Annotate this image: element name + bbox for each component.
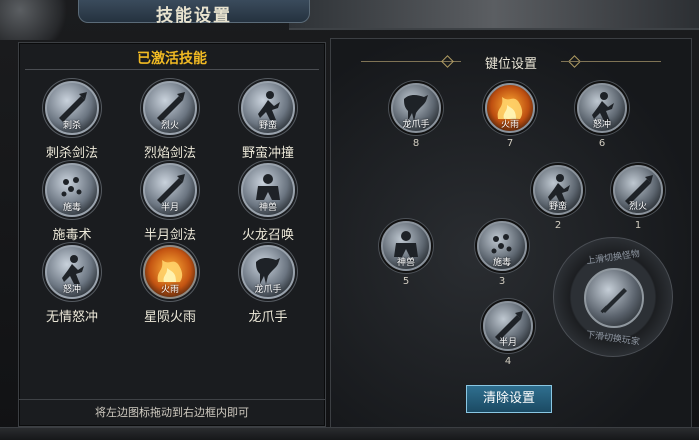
skill-name: 星陨火雨	[143, 310, 196, 325]
key-slot-1[interactable]: 烈火 1	[611, 165, 665, 231]
flaming-sword-icon[interactable]: 烈火	[143, 81, 197, 135]
active-skills-title: 已激活技能	[137, 51, 207, 67]
charge-icon[interactable]: 野蛮	[533, 165, 583, 215]
skill-item[interactable]: 刺杀 刺杀剑法	[22, 81, 122, 161]
key-slot-4[interactable]: 半月 4	[481, 301, 535, 367]
skill-name: 烈焰剑法	[143, 146, 196, 161]
header-decoration-line	[561, 61, 661, 62]
skill-item[interactable]: 野蛮 野蛮冲撞	[218, 81, 318, 161]
dragon-corner-decoration	[0, 0, 80, 40]
bottom-frame	[0, 427, 699, 440]
key-binding-panel: 键位设置 龙爪手 8 火雨 7 怒冲 6 野蛮 2 烈火 1 神兽 5 施毒 3 半月 4 上滑切换怪物 下滑…	[330, 38, 692, 428]
active-skills-header: 已激活技能	[25, 45, 319, 70]
skill-item[interactable]: 火雨 星陨火雨	[120, 245, 220, 325]
key-slot-8[interactable]: 龙爪手 8	[389, 83, 443, 149]
slot-key-number: 6	[598, 138, 606, 149]
slot-icon-label: 半月	[498, 338, 517, 348]
sword-thrust-icon[interactable]: 刺杀	[45, 81, 99, 135]
key-slot-6[interactable]: 怒冲 6	[575, 83, 629, 149]
slot-icon-label: 野蛮	[548, 202, 567, 212]
charge-icon[interactable]: 野蛮	[241, 81, 295, 135]
slot-icon-label: 火雨	[500, 120, 519, 130]
skill-name: 刺杀剑法	[45, 146, 98, 161]
beast-summon-icon[interactable]: 神兽	[381, 221, 431, 271]
skill-item[interactable]: 烈火 烈焰剑法	[120, 81, 220, 161]
skill-icon-label: 刺杀	[62, 121, 81, 131]
skill-item[interactable]: 施毒 施毒术	[22, 163, 122, 243]
switch-down-label: 下滑切换玩家	[585, 330, 641, 348]
skill-item[interactable]: 龙爪手 龙爪手	[218, 245, 318, 325]
slot-key-number: 2	[554, 220, 562, 231]
window-title: 技能设置	[156, 6, 232, 26]
slot-key-number: 4	[504, 356, 512, 367]
dragon-claw-icon[interactable]: 龙爪手	[241, 245, 295, 299]
skill-name: 龙爪手	[248, 310, 288, 325]
skill-name: 野蛮冲撞	[241, 146, 294, 161]
slot-icon-label: 怒冲	[592, 120, 611, 130]
fire-rain-icon[interactable]: 火雨	[485, 83, 535, 133]
key-slot-7[interactable]: 火雨 7	[483, 83, 537, 149]
slot-key-number: 7	[506, 138, 514, 149]
slot-key-number: 3	[498, 276, 506, 287]
key-slot-5[interactable]: 神兽 5	[379, 221, 433, 287]
skill-name: 施毒术	[52, 228, 92, 243]
key-slot-2[interactable]: 野蛮 2	[531, 165, 585, 231]
skill-icon-label: 野蛮	[258, 121, 277, 131]
clear-settings-button[interactable]: 清除设置	[466, 385, 552, 413]
slot-icon-label: 神兽	[396, 258, 415, 268]
skill-icon-label: 火雨	[160, 285, 179, 295]
sword-switch-icon[interactable]	[584, 268, 644, 328]
skill-name: 火龙召唤	[241, 228, 294, 243]
title-banner: 技能设置	[78, 0, 310, 26]
dragon-frame-decoration	[289, 0, 699, 30]
skill-settings-window: 技能设置 已激活技能 刺杀 刺杀剑法 烈火 烈焰剑法 野蛮 野蛮冲撞 施毒 施毒术 半月 半月剑法…	[0, 0, 699, 440]
skill-name: 无情怒冲	[45, 310, 98, 325]
slot-icon-label: 龙爪手	[402, 120, 430, 130]
skill-icon-label: 施毒	[62, 203, 81, 213]
skill-icon-label: 烈火	[160, 121, 179, 131]
skill-icon-label: 半月	[160, 203, 179, 213]
key-binding-title: 键位设置	[484, 57, 537, 72]
slot-key-number: 1	[634, 220, 642, 231]
drag-hint: 将左边图标拖动到右边框内即可	[19, 399, 325, 426]
poison-icon[interactable]: 施毒	[477, 221, 527, 271]
skill-item[interactable]: 半月 半月剑法	[120, 163, 220, 243]
skill-item[interactable]: 神兽 火龙召唤	[218, 163, 318, 243]
switch-up-label: 上滑切换怪物	[585, 249, 641, 267]
slot-icon-label: 烈火	[628, 202, 647, 212]
crescent-sword-icon[interactable]: 半月	[143, 163, 197, 217]
skill-name: 半月剑法	[143, 228, 196, 243]
crescent-sword-icon[interactable]: 半月	[483, 301, 533, 351]
skill-item[interactable]: 怒冲 无情怒冲	[22, 245, 122, 325]
slot-key-number: 5	[402, 276, 410, 287]
skill-icon-label: 龙爪手	[254, 285, 282, 295]
slot-icon-label: 施毒	[492, 258, 511, 268]
skill-icon-label: 怒冲	[62, 285, 81, 295]
active-skills-panel: 已激活技能 刺杀 刺杀剑法 烈火 烈焰剑法 野蛮 野蛮冲撞 施毒 施毒术 半月 半月剑法 神兽 火龙召…	[18, 42, 326, 427]
skill-icon-label: 神兽	[258, 203, 277, 213]
slot-key-number: 8	[412, 138, 420, 149]
rage-charge-icon[interactable]: 怒冲	[577, 83, 627, 133]
target-switch-dial[interactable]: 上滑切换怪物 下滑切换玩家	[553, 237, 673, 357]
dragon-claw-icon[interactable]: 龙爪手	[391, 83, 441, 133]
key-slot-3[interactable]: 施毒 3	[475, 221, 529, 287]
beast-summon-icon[interactable]: 神兽	[241, 163, 295, 217]
flaming-sword-icon[interactable]: 烈火	[613, 165, 663, 215]
poison-icon[interactable]: 施毒	[45, 163, 99, 217]
rage-charge-icon[interactable]: 怒冲	[45, 245, 99, 299]
fire-rain-icon[interactable]: 火雨	[143, 245, 197, 299]
